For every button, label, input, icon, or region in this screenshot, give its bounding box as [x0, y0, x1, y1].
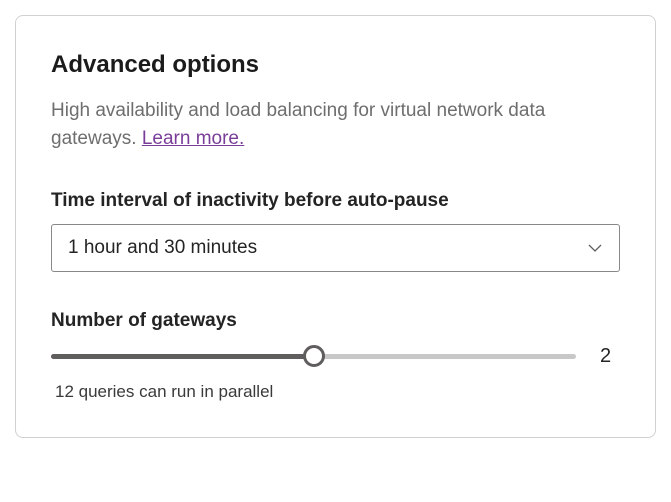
chevron-down-icon	[587, 240, 603, 256]
advanced-options-card: Advanced options High availability and l…	[15, 15, 656, 438]
description-text: High availability and load balancing for…	[51, 100, 545, 149]
slider-thumb[interactable]	[303, 345, 325, 367]
time-interval-selected: 1 hour and 30 minutes	[68, 237, 257, 259]
learn-more-link[interactable]: Learn more.	[142, 128, 244, 149]
gateways-slider-row: 2	[51, 344, 620, 368]
gateways-label: Number of gateways	[51, 310, 620, 332]
gateways-slider[interactable]	[51, 344, 576, 368]
slider-track-fill	[51, 354, 314, 359]
gateways-value: 2	[600, 345, 620, 368]
gateways-helper-text: 12 queries can run in parallel	[55, 382, 620, 402]
time-interval-label: Time interval of inactivity before auto-…	[51, 190, 620, 212]
section-title: Advanced options	[51, 51, 620, 79]
section-description: High availability and load balancing for…	[51, 97, 620, 152]
time-interval-dropdown[interactable]: 1 hour and 30 minutes	[51, 224, 620, 272]
